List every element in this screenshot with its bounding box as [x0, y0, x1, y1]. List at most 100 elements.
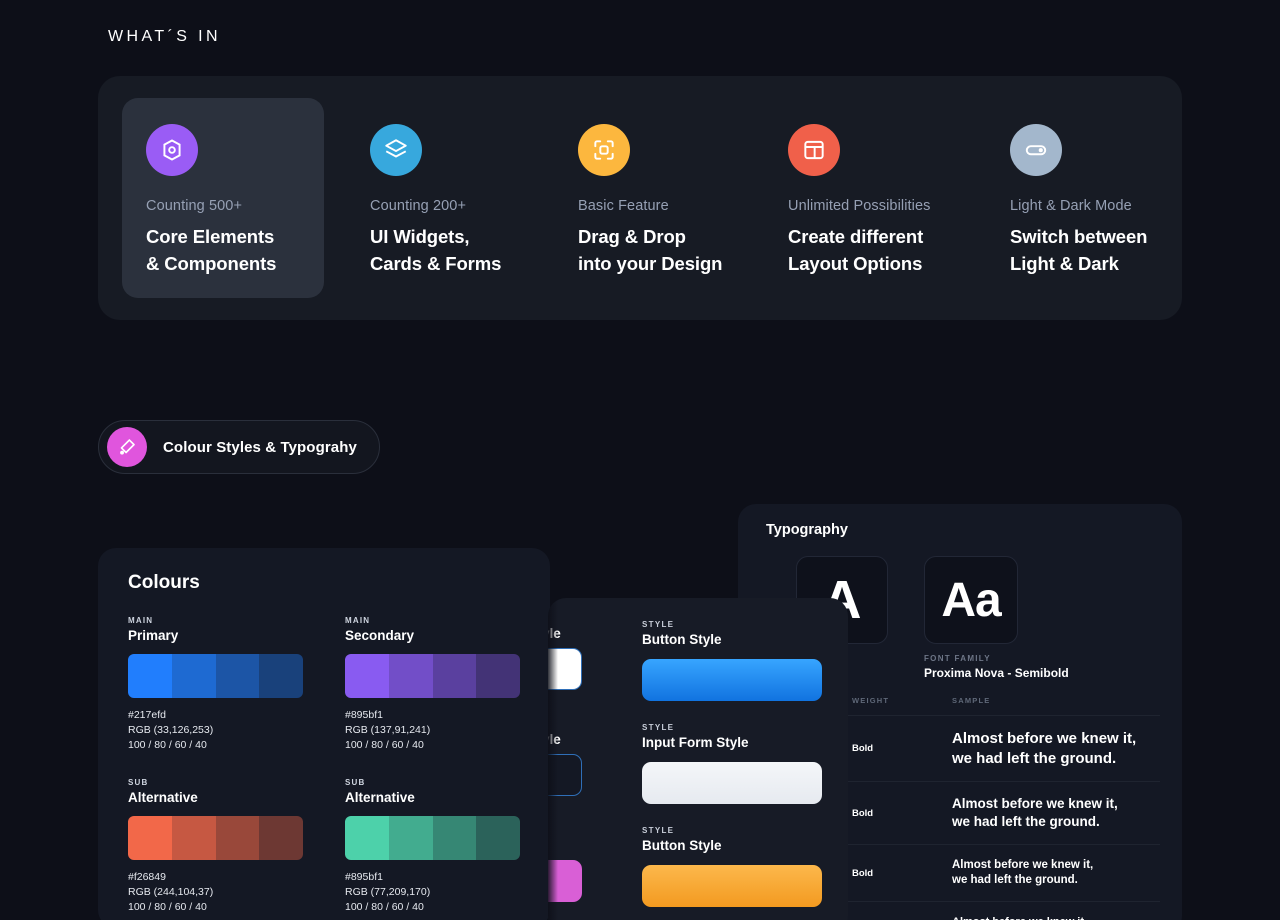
swatch-opacities: 100 / 80 / 60 / 40	[128, 739, 207, 752]
specimen-aa: Aa	[924, 556, 1018, 644]
badge-label: Colour Styles & Typograhy	[163, 438, 357, 456]
cell-sample: Almost before we knew it, we had left th…	[952, 781, 1160, 845]
styles-card: yle yle STYLE Button Style STYLE Input F…	[548, 598, 848, 920]
font-family-label: FONT FAMILY	[924, 654, 991, 663]
input-form-style-swatch[interactable]	[642, 762, 822, 804]
swatch-grid: MAIN Primary #217efd RGB (33,126,253) 10…	[128, 616, 520, 915]
feature-card-layout-options[interactable]: Unlimited Possibilities Create different…	[764, 98, 966, 298]
swatch-rgb: RGB (77,209,170)	[345, 885, 431, 898]
page-title: WHAT´S IN	[108, 28, 221, 45]
feature-card-drag-drop[interactable]: Basic Feature Drag & Drop into your Desi…	[554, 98, 756, 298]
style-label: STYLE	[642, 826, 675, 835]
card-edge-shadow	[548, 598, 558, 920]
cell-sample: Almost before we knew it, we had left th…	[952, 844, 1160, 902]
cell-weight: Semibold	[852, 901, 952, 920]
feature-title-line1: Drag & Drop	[578, 226, 686, 247]
feature-title-line1: Switch between	[1010, 226, 1148, 247]
focus-frame-icon	[578, 124, 630, 176]
cell-weight: Bold	[852, 714, 952, 782]
swatch-bar[interactable]	[128, 815, 303, 860]
swatch-opacities: 100 / 80 / 60 / 40	[345, 901, 424, 914]
feature-subtitle: Basic Feature	[578, 198, 669, 214]
style-row-button-blue: STYLE Button Style	[642, 620, 822, 701]
swatch-hex: #895bf1	[345, 709, 383, 721]
swatch-kind: SUB	[128, 777, 149, 787]
swatch-opacities: 100 / 80 / 60 / 40	[345, 739, 424, 752]
style-label: STYLE	[642, 620, 675, 629]
sample-line2: we had left the ground.	[952, 874, 1078, 887]
swatch-meta: #f26849 RGB (244,104,37) 100 / 80 / 60 /…	[128, 870, 303, 916]
feature-subtitle: Unlimited Possibilities	[788, 198, 931, 214]
colours-card-title: Colours	[128, 572, 200, 593]
layout-grid-icon	[788, 124, 840, 176]
swatch-meta: #895bf1 RGB (137,91,241) 100 / 80 / 60 /…	[345, 708, 520, 754]
style-name: Button Style	[642, 838, 722, 853]
sample-line2: we had left the ground.	[952, 814, 1100, 830]
swatch-hex: #217efd	[128, 709, 166, 721]
style-name: Button Style	[642, 632, 722, 647]
font-family-block: FONT FAMILY Proxima Nova - Semibold	[924, 654, 1069, 680]
feature-title-line2: Layout Options	[788, 253, 923, 275]
cell-weight: Bold	[852, 781, 952, 845]
colour-styles-badge[interactable]: Colour Styles & Typograhy	[98, 420, 380, 474]
feature-subtitle: Light & Dark Mode	[1010, 198, 1132, 214]
hexagon-target-icon	[146, 124, 198, 176]
swatch-kind: MAIN	[128, 616, 154, 625]
sample-line2: we had left the ground.	[952, 749, 1117, 767]
layers-icon	[370, 124, 422, 176]
swatch-name: Alternative	[128, 789, 198, 805]
cell-sample: Almost before we knew it, we had left th…	[952, 714, 1160, 782]
style-label: STYLE	[642, 723, 675, 732]
swatch-name: Secondary	[345, 628, 415, 643]
swatch-kind: SUB	[345, 777, 366, 787]
sample-line1: Almost before we knew it,	[952, 915, 1160, 920]
page-root: WHAT´S IN Counting 500+ Core Elements & …	[0, 0, 1280, 920]
feature-subtitle: Counting 500+	[146, 198, 243, 214]
feature-card-core-elements[interactable]: Counting 500+ Core Elements & Components	[122, 98, 324, 298]
feature-title-line1: Create different	[788, 226, 924, 247]
swatch-rgb: RGB (33,126,253)	[128, 724, 214, 737]
cell-weight: Bold	[852, 844, 952, 902]
column-header-sample: SAMPLE	[952, 696, 991, 705]
typography-card-title: Typography	[766, 522, 848, 538]
swatch-kind: MAIN	[345, 616, 371, 625]
swatch-name: Alternative	[345, 789, 415, 805]
feature-title-line2: Light & Dark	[1010, 253, 1119, 275]
feature-card-light-dark[interactable]: Light & Dark Mode Switch between Light &…	[986, 98, 1188, 298]
swatch-meta: #895bf1 RGB (77,209,170) 100 / 80 / 60 /…	[345, 870, 520, 916]
paint-roller-icon	[107, 427, 147, 467]
swatch-primary[interactable]: MAIN Primary #217efd RGB (33,126,253) 10…	[128, 616, 303, 754]
button-style-swatch-orange[interactable]	[642, 865, 822, 907]
sample-line1: Almost before we knew it,	[952, 729, 1137, 747]
feature-title-line2: Cards & Forms	[370, 253, 502, 275]
sample-line1: Almost before we knew it,	[952, 796, 1118, 812]
swatch-bar[interactable]	[128, 654, 303, 698]
feature-title-line2: & Components	[146, 253, 277, 275]
style-name: Input Form Style	[642, 735, 749, 750]
font-family-value: Proxima Nova - Semibold	[924, 666, 1069, 680]
swatch-rgb: RGB (244,104,37)	[128, 885, 214, 898]
styles-card-peek-column: yle yle	[548, 598, 642, 920]
feature-title-line1: Core Elements	[146, 226, 275, 247]
colours-card: Colours MAIN Primary #217efd RGB (33,126…	[98, 548, 550, 920]
swatch-meta: #217efd RGB (33,126,253) 100 / 80 / 60 /…	[128, 708, 303, 754]
column-header-weight: WEIGHT	[852, 696, 890, 706]
swatch-hex: #f26849	[128, 870, 166, 883]
swatch-bar[interactable]	[345, 654, 520, 698]
swatch-alternative-orange[interactable]: SUB Alternative #f26849 RGB (244,104,37)…	[128, 778, 303, 916]
feature-card-ui-widgets[interactable]: Counting 200+ UI Widgets, Cards & Forms	[346, 98, 548, 298]
swatch-bar[interactable]	[345, 815, 520, 860]
cell-sample: Almost before we knew it, we had left th…	[952, 901, 1160, 920]
feature-subtitle: Counting 200+	[370, 198, 467, 214]
style-row-input-form: STYLE Input Form Style	[642, 723, 822, 804]
feature-title-line2: into your Design	[578, 253, 723, 275]
swatch-opacities: 100 / 80 / 60 / 40	[128, 901, 207, 914]
toggle-switch-icon	[1010, 124, 1062, 176]
swatch-name: Primary	[128, 628, 179, 643]
sample-line1: Almost before we knew it,	[952, 859, 1094, 872]
button-style-swatch-blue[interactable]	[642, 659, 822, 701]
swatch-secondary[interactable]: MAIN Secondary #895bf1 RGB (137,91,241) …	[345, 616, 520, 754]
swatch-rgb: RGB (137,91,241)	[345, 724, 431, 737]
features-panel: Counting 500+ Core Elements & Components…	[98, 76, 1182, 320]
swatch-alternative-green[interactable]: SUB Alternative #895bf1 RGB (77,209,170)…	[345, 778, 520, 916]
